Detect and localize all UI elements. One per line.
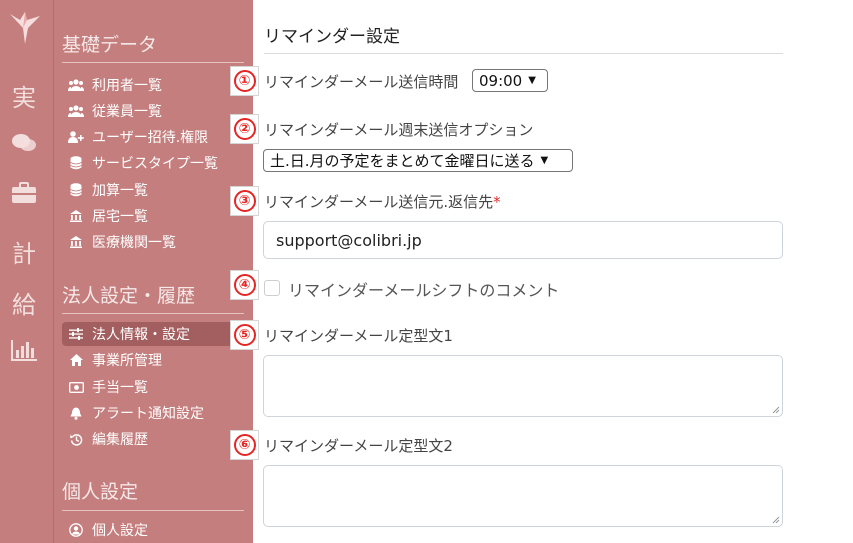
step-badge-1: ① (230, 66, 259, 96)
database-icon (68, 183, 84, 197)
sidebar-section-title: 基礎データ (62, 34, 158, 56)
resize-grip-icon[interactable] (772, 406, 780, 414)
sender-label: リマインダーメール送信元.返信先* (264, 193, 501, 211)
step-badge-2: ② (230, 114, 259, 144)
user-plus-icon (68, 130, 84, 144)
users-icon (68, 78, 84, 92)
sidebar-item-employees[interactable]: 従業員一覧 (68, 101, 162, 121)
home-icon (68, 353, 84, 367)
sidebar-item-label: 手当一覧 (92, 380, 148, 396)
weekend-option-value: 土.日.月の予定をまとめて金曜日に送る (270, 152, 535, 170)
sidebar-item-offices[interactable]: 事業所管理 (68, 350, 162, 370)
sender-email-input[interactable]: support@colibri.jp (263, 221, 783, 259)
sidebar-item-label: 法人情報・設定 (92, 327, 190, 343)
users-icon (68, 104, 84, 118)
sidebar-item-service-types[interactable]: サービスタイプ一覧 (68, 153, 218, 173)
weekend-option-label: リマインダーメール週末送信オプション (264, 121, 534, 139)
sidebar-item-personal-settings[interactable]: 個人設定 (68, 520, 148, 540)
chevron-down-icon: ▼ (540, 155, 549, 166)
divider (264, 53, 783, 54)
sidebar-item-corporate-settings[interactable]: 法人情報・設定 (62, 322, 242, 346)
step-badge-3: ③ (230, 186, 259, 216)
send-time-select[interactable]: 09:00 ▼ (472, 69, 548, 92)
page-title: リマインダー設定 (264, 27, 400, 47)
weekend-option-select[interactable]: 土.日.月の予定をまとめて金曜日に送る ▼ (263, 149, 573, 172)
divider (62, 313, 244, 314)
step-badge-6: ⑥ (230, 430, 259, 460)
icon-rail: 実 計 給 (0, 0, 54, 543)
chevron-down-icon: ▼ (528, 75, 536, 86)
sidebar-section-title: 個人設定 (62, 481, 139, 503)
resize-grip-icon[interactable] (772, 516, 780, 524)
sidebar-section-title: 法人設定・履歴 (62, 285, 196, 307)
sidebar-item-label: 利用者一覧 (92, 78, 162, 94)
template2-textarea[interactable] (263, 465, 783, 527)
sidebar-item-users[interactable]: 利用者一覧 (68, 75, 162, 95)
history-icon (68, 432, 84, 446)
shift-comment-checkbox[interactable] (264, 280, 280, 296)
send-time-value: 09:00 (479, 71, 523, 90)
shift-comment-label: リマインダーメールシフトのコメント (288, 281, 560, 300)
step-badge-4: ④ (230, 270, 259, 300)
sidebar-item-label: 加算一覧 (92, 183, 148, 199)
sidebar-item-edit-history[interactable]: 編集履歴 (68, 429, 148, 449)
sidebar-item-label: サービスタイプ一覧 (92, 156, 218, 172)
sliders-icon (68, 327, 84, 341)
sidebar-item-allowances[interactable]: 手当一覧 (68, 377, 148, 397)
template2-label: リマインダーメール定型文2 (264, 437, 453, 455)
bank-icon (68, 235, 84, 249)
sidebar-item-label: 編集履歴 (92, 432, 148, 448)
kyu-nav-icon[interactable]: 給 (0, 285, 48, 320)
sidebar-item-label: 個人設定 (92, 523, 148, 539)
sidebar-item-label: ユーザー招待.権限 (92, 130, 209, 146)
jitsu-nav-icon[interactable]: 実 (0, 78, 48, 113)
bank-icon (68, 209, 84, 223)
send-time-label: リマインダーメール送信時間 (264, 73, 459, 91)
money-icon (68, 380, 84, 394)
bar-chart-icon[interactable] (0, 338, 48, 362)
sidebar-item-user-invite[interactable]: ユーザー招待.権限 (68, 127, 208, 147)
template1-textarea[interactable] (263, 355, 783, 417)
sidebar-item-label: 従業員一覧 (92, 104, 162, 120)
database-icon (68, 156, 84, 170)
step-badge-5: ⑤ (230, 320, 259, 350)
chat-icon[interactable] (0, 132, 48, 154)
app-logo-icon[interactable] (6, 8, 44, 46)
sidebar-item-label: 事業所管理 (92, 353, 162, 369)
sidebar-item-label: 居宅一覧 (92, 209, 148, 225)
sidebar-item-alerts[interactable]: アラート通知設定 (68, 403, 204, 423)
kei-nav-icon[interactable]: 計 (0, 234, 48, 269)
sidebar-item-label: アラート通知設定 (92, 406, 204, 422)
sidebar-item-additions[interactable]: 加算一覧 (68, 180, 148, 200)
required-mark: * (493, 193, 501, 211)
divider (62, 62, 244, 63)
user-circle-icon (68, 523, 84, 537)
template1-label: リマインダーメール定型文1 (264, 327, 453, 345)
briefcase-icon[interactable] (0, 182, 48, 204)
sidebar-item-residences[interactable]: 居宅一覧 (68, 206, 148, 226)
sidebar-item-label: 医療機関一覧 (92, 235, 176, 251)
bell-icon (68, 406, 84, 420)
sidebar-item-medical[interactable]: 医療機関一覧 (68, 232, 176, 252)
sidebar: 基礎データ 利用者一覧 従業員一覧 ユーザー招待.権限 サービスタイプ一覧 加算… (54, 0, 253, 543)
divider (62, 510, 244, 511)
